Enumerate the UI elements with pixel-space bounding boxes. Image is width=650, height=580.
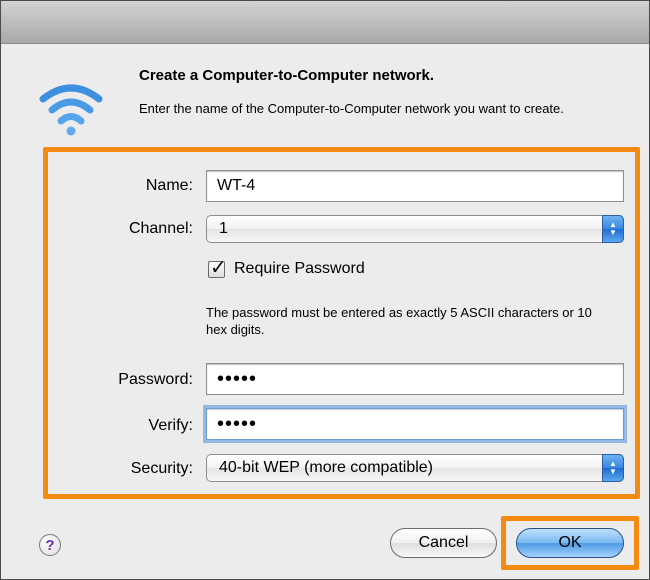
highlight-box-ok bbox=[501, 516, 639, 570]
cancel-button[interactable]: Cancel bbox=[390, 528, 497, 558]
window-titlebar[interactable] bbox=[1, 1, 649, 44]
dialog-description: Enter the name of the Computer-to-Comput… bbox=[139, 101, 564, 116]
dialog-heading: Create a Computer-to-Computer network. bbox=[139, 67, 435, 84]
help-button[interactable]: ? bbox=[39, 534, 61, 556]
wifi-icon bbox=[39, 84, 103, 136]
create-network-dialog: Create a Computer-to-Computer network. E… bbox=[0, 0, 650, 580]
highlight-box-form bbox=[43, 147, 640, 499]
question-mark-icon: ? bbox=[45, 536, 55, 554]
cancel-button-label: Cancel bbox=[418, 534, 469, 551]
